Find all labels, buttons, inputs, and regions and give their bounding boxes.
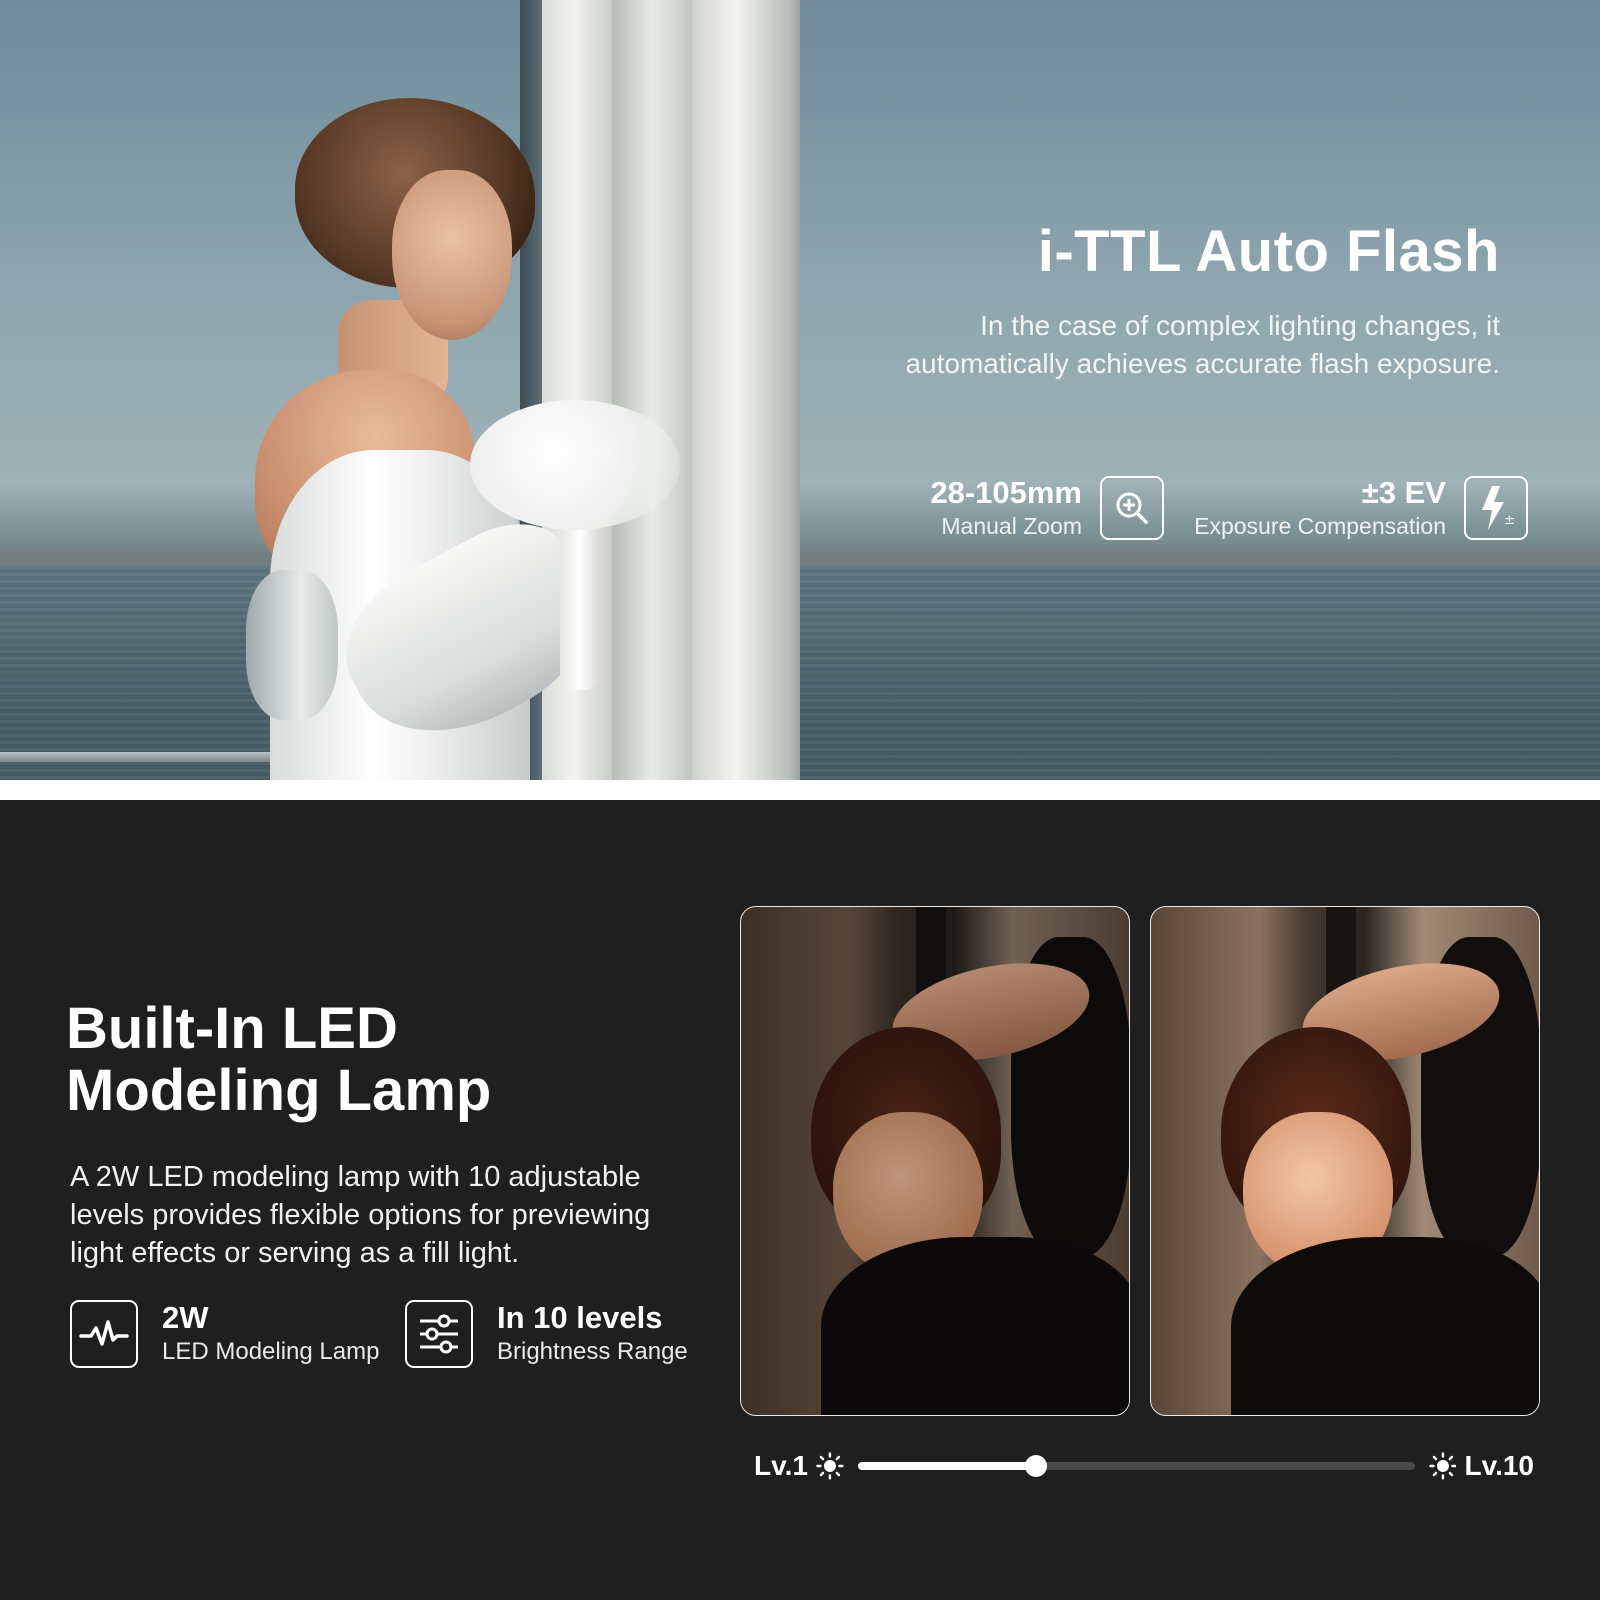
hero-description-line: In the case of complex lighting changes,… [980,310,1500,341]
bride-glove-left [246,570,338,720]
slider-fill [857,1462,1036,1470]
sun-icon [816,1452,844,1480]
sun-icon [1428,1452,1457,1480]
hero-description-line: automatically achieves accurate flash ex… [905,348,1500,379]
bride-face [392,170,512,340]
section-title-line: Modeling Lamp [66,1058,492,1123]
spec-label: Exposure Compensation [1194,513,1446,539]
sliders-icon [405,1300,473,1368]
section-description-line: A 2W LED modeling lamp with 10 adjustabl… [70,1161,641,1193]
pillar [692,0,800,780]
section-description-line: light effects or serving as a fill light… [70,1237,520,1269]
spec-value: ±3 EV [1361,475,1446,510]
section-title: Built-In LED Modeling Lamp [66,998,491,1122]
zoom-in-icon [1100,476,1164,540]
svg-text:±: ± [1504,513,1515,528]
pulse-icon [70,1300,138,1368]
model-body [1231,1237,1539,1415]
section-title-line: Built-In LED [66,996,398,1061]
feature-led-power: 2W LED Modeling Lamp [70,1300,379,1368]
slider-track [857,1455,1415,1477]
preview-photo-high [1150,906,1540,1416]
hero-description: In the case of complex lighting changes,… [905,307,1500,383]
section-description: A 2W LED modeling lamp with 10 adjustabl… [70,1158,690,1272]
spec-value: 28-105mm [930,475,1082,510]
slider-thumb [1024,1455,1047,1477]
spec-manual-zoom: 28-105mm Manual Zoom [930,474,1164,542]
brightness-slider: Lv.1 Lv.10 [754,1448,1534,1484]
section-divider [0,780,1600,800]
section-description-line: levels provides flexible options for pre… [70,1199,651,1231]
preview-photo-low [740,906,1130,1416]
sea-background [0,566,1600,780]
pillar [612,0,692,780]
hero-title: i-TTL Auto Flash [1037,219,1500,284]
feature-label: Brightness Range [497,1338,688,1365]
feature-label: LED Modeling Lamp [162,1338,380,1365]
hero-banner: i-TTL Auto Flash In the case of complex … [0,0,1600,780]
feature-value: 2W [162,1300,209,1335]
slider-min-label: Lv.1 [754,1450,808,1481]
slider-max-label: Lv.10 [1464,1450,1534,1481]
bouquet [470,400,680,530]
railing [0,752,300,762]
led-modeling-section: Built-In LED Modeling Lamp A 2W LED mode… [0,800,1600,1600]
flash-exposure-icon: ± [1464,476,1528,540]
hero-text-block: i-TTL Auto Flash In the case of complex … [905,218,1500,383]
feature-brightness-levels: In 10 levels Brightness Range [405,1300,688,1368]
spec-label: Manual Zoom [941,513,1082,539]
feature-value: In 10 levels [497,1300,663,1335]
horizon [0,540,1600,568]
shade-overlay [741,907,1129,1415]
spec-exposure-compensation: ±3 EV Exposure Compensation ± [1194,474,1528,542]
